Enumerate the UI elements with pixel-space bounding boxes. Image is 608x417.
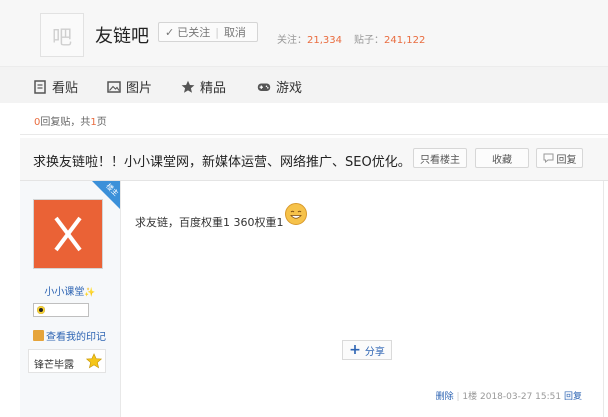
image-icon (107, 80, 121, 93)
share-button[interactable]: + 分享 (342, 340, 392, 360)
thread-title-bar: 求换友链啦！！小小课堂网，新媒体运营、网络推广、SEO优化。 只看楼主 收藏 回… (20, 138, 608, 181)
forum-header: 吧 友链吧 ✓ 已关注 | 取消 关注：21,334 贴子：241,122 (0, 0, 608, 66)
follow-separator: | (215, 25, 219, 39)
sparkle-icon: ✨ (84, 288, 96, 298)
op-badge: 楼主 (92, 181, 120, 209)
star-icon (181, 80, 195, 93)
username: 小小课堂 (44, 287, 85, 298)
comment-icon (543, 153, 553, 163)
avatar[interactable] (33, 199, 103, 269)
followed-label: 已关注 (177, 26, 211, 39)
unfollow-button[interactable]: 取消 (224, 24, 246, 40)
follow-count: 21,334 (307, 35, 342, 46)
posts-count-label: 贴子： (354, 35, 384, 46)
post-floor-1: 楼主 小小课堂✨ 查看我的印记 锋芒毕露 求友链，百度权重1 360权重1 + … (20, 181, 608, 417)
post-footer: 删除 | 1楼 2018-03-27 15:51 回复 (435, 392, 582, 402)
follow-count-label: 关注： (277, 35, 307, 46)
only-op-label: 只看楼主 (420, 154, 460, 166)
document-icon (34, 79, 46, 94)
bar-avatar-glyph: 吧 (52, 24, 72, 49)
bar-name[interactable]: 友链吧 (95, 22, 149, 48)
medal-badge[interactable]: 锋芒毕露 (28, 349, 106, 373)
medal-label: 锋芒毕露 (34, 360, 74, 371)
follow-button[interactable]: ✓ 已关注 | 取消 (158, 22, 258, 42)
plus-icon: + (349, 342, 361, 358)
imprint-link[interactable]: 查看我的印记 (33, 328, 106, 343)
nav-item-posts[interactable]: 看贴 (33, 77, 78, 96)
gamepad-icon (257, 83, 271, 91)
reply-text: 回复贴，共 (40, 117, 91, 128)
nav-item-images[interactable]: 图片 (107, 77, 152, 96)
nav-item-featured[interactable]: 精品 (181, 77, 226, 96)
thread-title: 求换友链啦！！小小课堂网，新媒体运营、网络推广、SEO优化。 (33, 155, 411, 170)
level-badge[interactable] (33, 303, 89, 317)
divider (603, 181, 604, 417)
favorite-label: 收藏 (492, 154, 512, 166)
reply-button[interactable]: 回复 (536, 148, 583, 168)
nav-label: 游戏 (276, 81, 303, 96)
smiley-emoji-icon (285, 203, 307, 225)
level-icon (37, 306, 45, 314)
nav-label: 精品 (200, 81, 227, 96)
star-medal-icon (86, 353, 102, 369)
delete-link[interactable]: 删除 (436, 392, 454, 402)
posts-count: 241,122 (384, 35, 426, 46)
reply-count: 0回复贴，共1页 (34, 113, 107, 128)
nav-label: 图片 (126, 81, 153, 96)
bar-nav: 看贴 图片 精品 游戏 (0, 66, 608, 103)
page-text: 页 (96, 117, 107, 128)
username-link[interactable]: 小小课堂✨ (34, 283, 106, 298)
check-icon: ✓ (165, 25, 175, 39)
reply-label: 回复 (556, 154, 577, 166)
floor-number: 1楼 (462, 392, 478, 402)
bar-stats: 关注：21,334 贴子：241,122 (277, 31, 425, 46)
post-timestamp: 2018-03-27 15:51 (480, 392, 562, 402)
share-label: 分享 (364, 346, 385, 358)
x-logo-icon (54, 216, 82, 252)
bar-avatar[interactable]: 吧 (40, 13, 84, 57)
imprint-label: 查看我的印记 (46, 332, 106, 343)
author-column: 楼主 小小课堂✨ 查看我的印记 锋芒毕露 (20, 181, 121, 417)
divider (20, 134, 608, 135)
book-icon (33, 330, 44, 341)
nav-label: 看贴 (52, 81, 79, 96)
only-op-button[interactable]: 只看楼主 (413, 148, 467, 168)
post-content: 求友链，百度权重1 360权重1 (135, 216, 284, 229)
nav-item-games[interactable]: 游戏 (257, 77, 302, 96)
floor-reply-link[interactable]: 回复 (564, 392, 582, 402)
favorite-button[interactable]: 收藏 (475, 148, 529, 168)
